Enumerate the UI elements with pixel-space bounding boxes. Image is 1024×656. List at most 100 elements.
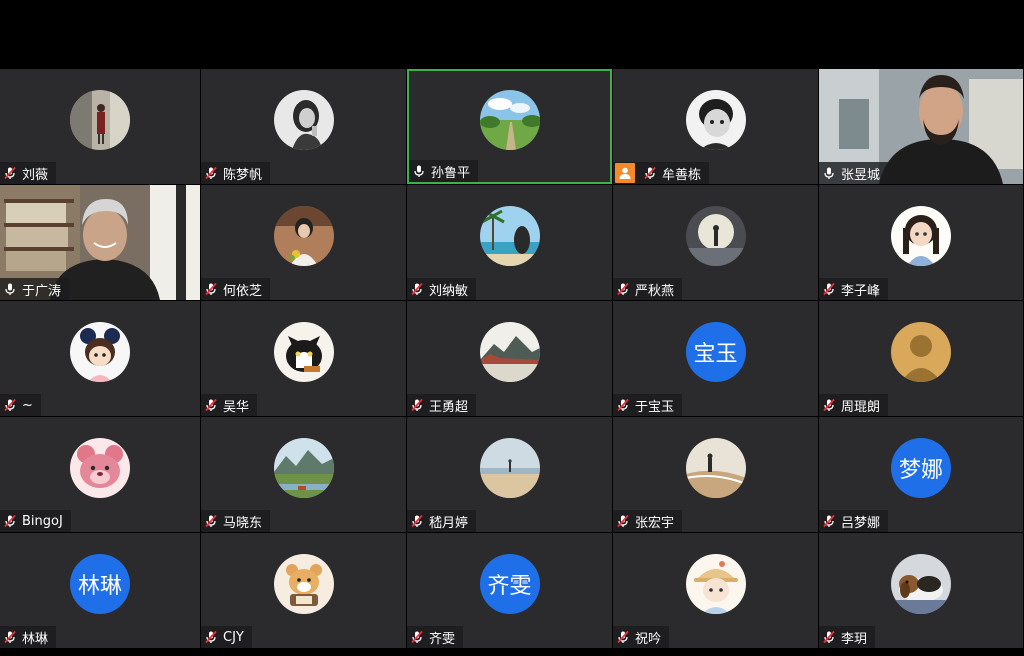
mic-muted-icon xyxy=(410,514,424,528)
nameplate: 陈梦帆 xyxy=(201,162,271,184)
participant-name: 王勇超 xyxy=(429,399,469,415)
participant-name: 陈梦帆 xyxy=(223,167,263,183)
participant-name: 齐雯 xyxy=(429,631,456,647)
avatar xyxy=(685,553,746,614)
avatar-initials: 梦娜 xyxy=(891,437,951,498)
nameplate: 张宏宇 xyxy=(613,510,683,532)
nameplate: 李子峰 xyxy=(819,278,889,300)
avatar xyxy=(479,437,540,498)
participant-name: 李玥 xyxy=(841,631,868,647)
mic-muted-icon xyxy=(410,630,424,644)
mic-muted-icon xyxy=(204,398,218,412)
mic-muted-icon xyxy=(3,398,17,412)
participant-name: 张宏宇 xyxy=(635,515,675,531)
mic-muted-icon xyxy=(204,514,218,528)
avatar xyxy=(273,205,334,266)
participant-tile[interactable]: 嵇月婷 xyxy=(407,417,612,532)
mic-muted-icon xyxy=(3,514,17,528)
mic-icon xyxy=(3,282,17,296)
nameplate: 于广涛 xyxy=(0,278,70,300)
mic-icon xyxy=(822,166,836,180)
participant-name: 刘纳敏 xyxy=(429,283,469,299)
participant-name: 严秋燕 xyxy=(635,283,675,299)
participant-name: 孙鲁平 xyxy=(431,165,471,181)
participant-tile[interactable]: 林琳 林琳 xyxy=(0,533,200,648)
avatar xyxy=(70,321,130,382)
participant-tile[interactable]: 于广涛 xyxy=(0,185,200,300)
avatar xyxy=(273,321,334,382)
nameplate: 张昱城 xyxy=(819,162,889,184)
participant-tile[interactable]: 梦娜 吕梦娜 xyxy=(819,417,1023,532)
participant-tile[interactable]: 周琨朗 xyxy=(819,301,1023,416)
avatar xyxy=(685,89,746,150)
participant-tile[interactable]: 牟善栋 xyxy=(613,69,818,184)
avatar xyxy=(479,205,540,266)
participant-grid: 刘薇 陈梦帆 孙鲁平 牟善栋 张昱城于广涛 何依芝 刘纳敏 严秋燕 李子峰 ~ 吴华 王勇超 宝玉于宝玉… xyxy=(0,69,1024,649)
participant-name: 于广涛 xyxy=(22,283,62,299)
participant-tile[interactable]: 严秋燕 xyxy=(613,185,818,300)
nameplate: 刘薇 xyxy=(0,162,57,184)
participant-tile[interactable]: 马晓东 xyxy=(201,417,406,532)
avatar xyxy=(70,437,130,498)
participant-name: BingoJ xyxy=(22,513,63,529)
mic-muted-icon xyxy=(410,398,424,412)
avatar-initials: 宝玉 xyxy=(685,321,746,382)
avatar xyxy=(479,321,540,382)
participant-name: 李子峰 xyxy=(841,283,881,299)
participant-tile[interactable]: ~ xyxy=(0,301,200,416)
nameplate: 王勇超 xyxy=(407,394,477,416)
mic-muted-icon xyxy=(822,514,836,528)
mic-muted-icon xyxy=(616,514,630,528)
nameplate: CJY xyxy=(201,626,252,648)
participant-tile[interactable]: BingoJ xyxy=(0,417,200,532)
participant-name: 张昱城 xyxy=(841,167,881,183)
participant-tile[interactable]: 刘薇 xyxy=(0,69,200,184)
mic-muted-icon xyxy=(204,282,218,296)
participant-tile[interactable]: 孙鲁平 xyxy=(407,69,612,184)
nameplate: 周琨朗 xyxy=(819,394,889,416)
avatar xyxy=(891,553,951,614)
nameplate: 林琳 xyxy=(0,626,57,648)
participant-tile[interactable]: 吴华 xyxy=(201,301,406,416)
nameplate: ~ xyxy=(0,394,41,416)
participant-tile[interactable]: 宝玉于宝玉 xyxy=(613,301,818,416)
mic-muted-icon xyxy=(204,166,218,180)
participant-name: 刘薇 xyxy=(22,167,49,183)
participant-tile[interactable]: 何依芝 xyxy=(201,185,406,300)
nameplate: 吕梦娜 xyxy=(819,510,889,532)
participant-name: 吴华 xyxy=(223,399,250,415)
avatar xyxy=(685,205,746,266)
participant-tile[interactable]: 张昱城 xyxy=(819,69,1023,184)
participant-tile[interactable]: 祝吟 xyxy=(613,533,818,648)
mic-muted-icon xyxy=(822,282,836,296)
nameplate: 孙鲁平 xyxy=(409,160,479,182)
participant-tile[interactable]: 刘纳敏 xyxy=(407,185,612,300)
avatar xyxy=(891,321,951,382)
participant-name: 马晓东 xyxy=(223,515,263,531)
participant-tile[interactable]: 李玥 xyxy=(819,533,1023,648)
participant-tile[interactable]: 陈梦帆 xyxy=(201,69,406,184)
avatar xyxy=(70,89,130,150)
participant-name: CJY xyxy=(223,629,244,645)
participant-name: 何依芝 xyxy=(223,283,263,299)
participant-tile[interactable]: 齐雯 齐雯 xyxy=(407,533,612,648)
participant-tile[interactable]: 王勇超 xyxy=(407,301,612,416)
mic-muted-icon xyxy=(616,398,630,412)
avatar xyxy=(273,89,334,150)
participant-name: 于宝玉 xyxy=(635,399,675,415)
nameplate: 嵇月婷 xyxy=(407,510,477,532)
mic-muted-icon xyxy=(616,630,630,644)
mic-muted-icon xyxy=(3,166,17,180)
mic-muted-icon xyxy=(822,630,836,644)
participant-tile[interactable]: CJY xyxy=(201,533,406,648)
nameplate: BingoJ xyxy=(0,510,71,532)
mic-muted-icon xyxy=(822,398,836,412)
participant-name: 林琳 xyxy=(22,631,49,647)
nameplate: 刘纳敏 xyxy=(407,278,477,300)
avatar xyxy=(479,89,540,150)
mic-muted-icon xyxy=(643,166,657,180)
participant-tile[interactable]: 张宏宇 xyxy=(613,417,818,532)
avatar xyxy=(273,437,334,498)
avatar xyxy=(685,437,746,498)
participant-tile[interactable]: 李子峰 xyxy=(819,185,1023,300)
